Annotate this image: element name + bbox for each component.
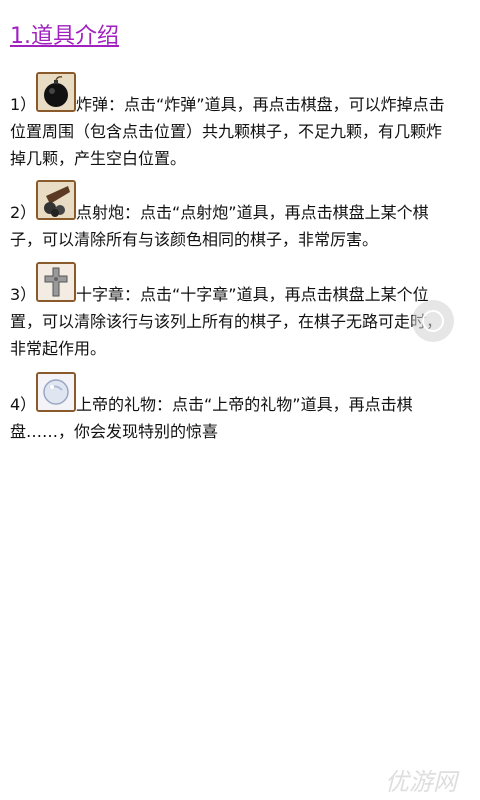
item-text-line1: 十字章：点击“十字章”道具，再点击棋盘上某个位: [76, 285, 429, 304]
list-item-gift: 4） 上帝的礼物：点击“上帝的礼物”道具，再点击棋 盘……，你会发现特别的惊喜: [10, 372, 450, 445]
item-number: 3）: [10, 285, 37, 304]
item-text-rest: 子，可以清除所有与该颜色相同的棋子，非常厉害。: [10, 230, 379, 249]
gift-orb-icon: [36, 372, 76, 412]
list-item-cannon: 2） 点射炮：点击“点射炮”道具，再点击棋盘上某个棋 子，可以清除所有与该颜色相…: [10, 180, 450, 253]
item-number: 2）: [10, 203, 37, 222]
circle-icon: [422, 310, 444, 332]
item-text-rest: 置，可以清除该行与该列上所有的棋子，在棋子无路可走时，非常起作用。: [10, 312, 443, 358]
cross-icon: [36, 262, 76, 302]
item-text-line1: 炸弹：点击“炸弹”道具，再点击棋盘，可以炸掉点击: [76, 95, 445, 114]
item-number: 4）: [10, 395, 37, 414]
watermark-logo: 优游网: [385, 768, 457, 796]
page-title[interactable]: 1.道具介绍: [10, 18, 119, 50]
cannon-icon: [36, 180, 76, 220]
item-text-line1: 点射炮：点击“点射炮”道具，再点击棋盘上某个棋: [76, 203, 429, 222]
bomb-icon: [36, 72, 76, 112]
item-text-rest: 位置周围（包含点击位置）共九颗棋子，不足九颗，有几颗炸掉几颗，产生空白位置。: [10, 122, 443, 168]
list-item-cross: 3） 十字章：点击“十字章”道具，再点击棋盘上某个位 置，可以清除该行与该列上所…: [10, 262, 450, 362]
scroll-circle-button[interactable]: [412, 300, 454, 342]
list-item-bomb: 1） 炸弹：点击“炸弹”道具，再点击棋盘，可以炸掉点击 位置周围（包含点击位置）…: [10, 72, 450, 172]
item-number: 1）: [10, 95, 37, 114]
item-text-rest: 盘……，你会发现特别的惊喜: [10, 422, 219, 441]
item-text-line1: 上帝的礼物：点击“上帝的礼物”道具，再点击棋: [76, 395, 413, 414]
